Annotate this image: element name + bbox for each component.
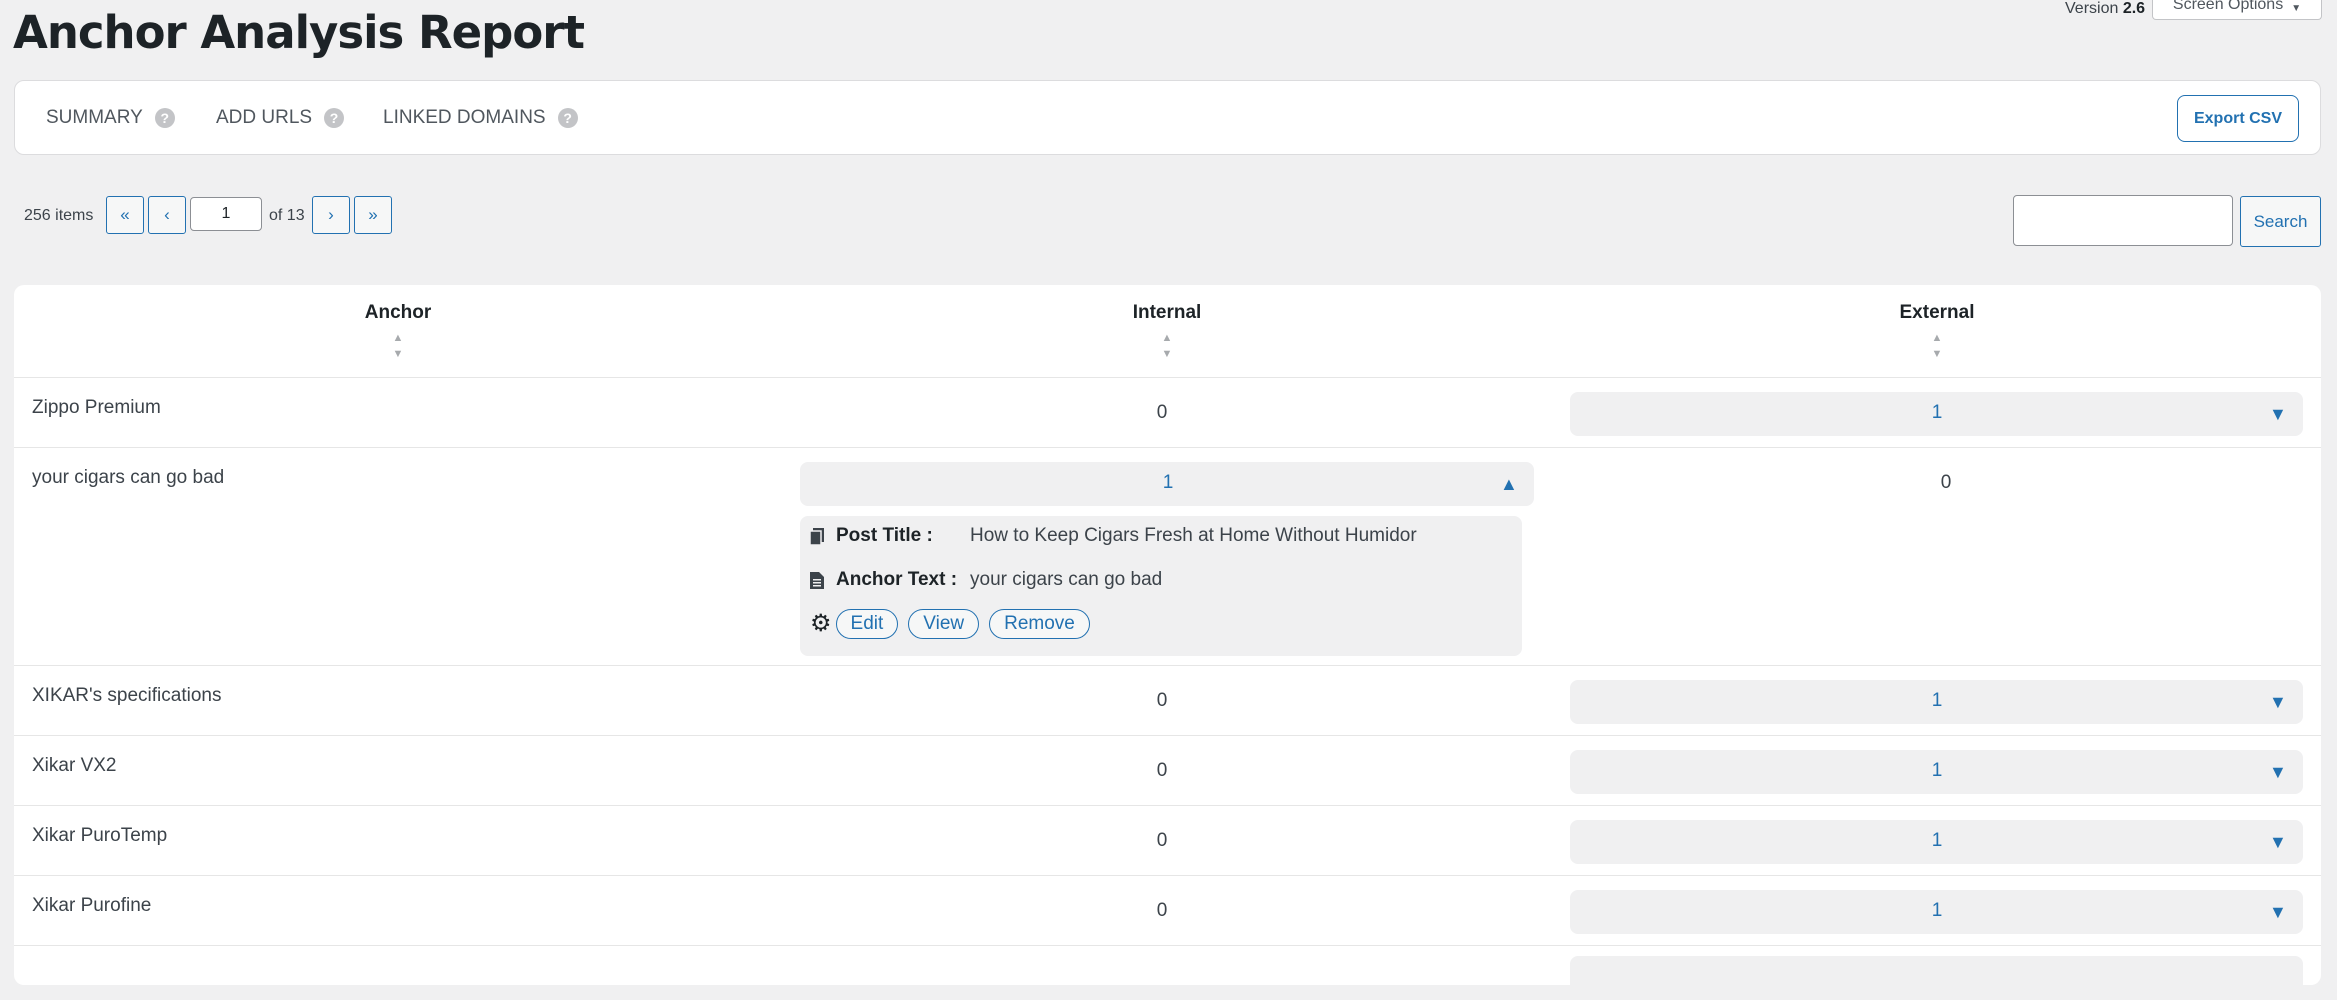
external-count-dropdown[interactable]: 1 ▼ bbox=[1570, 680, 2303, 724]
table-row: your cigars can go bad 1 ▲ 0 Post Title … bbox=[14, 447, 2321, 666]
search-button[interactable]: Search bbox=[2240, 196, 2321, 247]
anchor-cell: Xikar VX2 bbox=[32, 755, 117, 776]
column-header-internal[interactable]: Internal ▲ ▼ bbox=[1017, 302, 1317, 362]
search-input[interactable] bbox=[2013, 195, 2233, 246]
caret-down-icon: ▼ bbox=[2269, 692, 2287, 712]
column-anchor-label: Anchor bbox=[364, 302, 432, 323]
external-count: 1 bbox=[1931, 760, 1943, 781]
external-count-dropdown[interactable]: 1 ▼ bbox=[1570, 392, 2303, 436]
column-header-anchor[interactable]: Anchor ▲ ▼ bbox=[248, 302, 548, 362]
table-row: Xikar PuroTemp 0 1 ▼ bbox=[14, 805, 2321, 876]
external-count: 0 bbox=[1940, 472, 1952, 493]
gear-icon: ⚙ bbox=[810, 610, 832, 637]
internal-count: 0 bbox=[1156, 690, 1168, 711]
version-number: 2.6 bbox=[2122, 0, 2146, 17]
sort-up-icon: ▲ bbox=[392, 332, 404, 344]
first-page-button[interactable]: « bbox=[106, 196, 144, 234]
external-count-dropdown[interactable]: 1 ▼ bbox=[1570, 820, 2303, 864]
sort-up-icon: ▲ bbox=[1931, 332, 1943, 344]
chevron-down-icon: ▼ bbox=[2291, 3, 2302, 14]
view-link-button[interactable]: View bbox=[908, 609, 980, 639]
table-row bbox=[14, 945, 2321, 1000]
link-actions: ⚙ Edit View Remove bbox=[810, 609, 1100, 639]
tab-add-urls[interactable]: ADD URLS ? bbox=[216, 107, 345, 129]
sort-down-icon: ▼ bbox=[1161, 348, 1173, 360]
internal-count-dropdown[interactable]: 1 ▲ bbox=[800, 462, 1534, 506]
anchor-cell: Zippo Premium bbox=[32, 397, 161, 418]
version-label: Version 2.6 bbox=[2065, 0, 2145, 18]
version-text: Version bbox=[2065, 0, 2119, 17]
post-title-line: Post Title : How to Keep Cigars Fresh at… bbox=[809, 525, 1417, 547]
help-icon[interactable]: ? bbox=[557, 108, 578, 128]
tab-summary-label: SUMMARY bbox=[46, 107, 143, 128]
caret-down-icon: ▼ bbox=[2269, 404, 2287, 424]
internal-count: 0 bbox=[1156, 402, 1168, 423]
internal-count: 0 bbox=[1156, 760, 1168, 781]
sort-down-icon: ▼ bbox=[1931, 348, 1943, 360]
anchor-cell: Xikar PuroTemp bbox=[32, 825, 168, 846]
caret-down-icon: ▼ bbox=[2269, 832, 2287, 852]
tabs-bar: SUMMARY ? ADD URLS ? LINKED DOMAINS ? Ex… bbox=[14, 80, 2321, 155]
anchor-text-value: your cigars can go bad bbox=[970, 569, 1163, 590]
anchor-text-line: Anchor Text : your cigars can go bad bbox=[810, 569, 1162, 591]
export-csv-button[interactable]: Export CSV bbox=[2177, 95, 2299, 142]
tab-add-urls-label: ADD URLS bbox=[216, 107, 313, 128]
column-internal-label: Internal bbox=[1132, 302, 1202, 323]
link-detail-panel: Post Title : How to Keep Cigars Fresh at… bbox=[800, 516, 1522, 656]
external-count-dropdown[interactable] bbox=[1570, 956, 2303, 1000]
table-row: Xikar Purofine 0 1 ▼ bbox=[14, 875, 2321, 946]
external-count-dropdown[interactable]: 1 ▼ bbox=[1570, 750, 2303, 794]
sort-down-icon: ▼ bbox=[392, 348, 404, 360]
edit-link-button[interactable]: Edit bbox=[835, 609, 899, 639]
tab-summary[interactable]: SUMMARY ? bbox=[46, 107, 175, 129]
last-page-button[interactable]: » bbox=[354, 196, 392, 234]
screen-options-label: Screen Options bbox=[2172, 0, 2284, 13]
external-count: 1 bbox=[1931, 402, 1943, 423]
caret-up-icon: ▲ bbox=[1500, 474, 1518, 494]
page-total: of 13 bbox=[269, 207, 305, 224]
page-title: Anchor Analysis Report bbox=[13, 6, 585, 59]
document-icon bbox=[810, 571, 824, 589]
anchor-text-label: Anchor Text : bbox=[836, 569, 958, 590]
sort-up-icon: ▲ bbox=[1161, 332, 1173, 344]
copy-icon bbox=[809, 527, 824, 546]
anchor-cell: XIKAR's specifications bbox=[32, 685, 222, 706]
screen-options-button[interactable]: Screen Options ▼ bbox=[2152, 0, 2322, 20]
tab-linked-domains[interactable]: LINKED DOMAINS ? bbox=[383, 107, 578, 129]
external-count: 1 bbox=[1931, 690, 1943, 711]
sort-icon[interactable]: ▲ ▼ bbox=[1787, 330, 2087, 362]
column-external-label: External bbox=[1899, 302, 1975, 323]
anchor-cell: your cigars can go bad bbox=[32, 467, 225, 488]
table-row: XIKAR's specifications 0 1 ▼ bbox=[14, 665, 2321, 736]
post-title-value: How to Keep Cigars Fresh at Home Without… bbox=[970, 525, 1417, 546]
current-page-input[interactable] bbox=[190, 197, 262, 231]
post-title-label: Post Title : bbox=[836, 525, 933, 546]
table-row: Zippo Premium 0 1 ▼ bbox=[14, 377, 2321, 448]
caret-down-icon: ▼ bbox=[2269, 762, 2287, 782]
table-row: Xikar VX2 0 1 ▼ bbox=[14, 735, 2321, 806]
external-count: 1 bbox=[1931, 900, 1943, 921]
next-page-button[interactable]: › bbox=[312, 196, 350, 234]
help-icon[interactable]: ? bbox=[324, 108, 345, 128]
internal-count: 0 bbox=[1156, 900, 1168, 921]
prev-page-button[interactable]: ‹ bbox=[148, 196, 186, 234]
sort-icon[interactable]: ▲ ▼ bbox=[1017, 330, 1317, 362]
tab-linked-domains-label: LINKED DOMAINS bbox=[383, 107, 546, 128]
anchor-table: Anchor ▲ ▼ Internal ▲ ▼ External ▲ ▼ Zip… bbox=[14, 285, 2321, 1000]
sort-icon[interactable]: ▲ ▼ bbox=[248, 330, 548, 362]
items-count: 256 items bbox=[24, 207, 94, 224]
external-count: 1 bbox=[1931, 830, 1943, 851]
external-count-dropdown[interactable]: 1 ▼ bbox=[1570, 890, 2303, 934]
internal-count: 0 bbox=[1156, 830, 1168, 851]
anchor-cell: Xikar Purofine bbox=[32, 895, 152, 916]
internal-count: 1 bbox=[1162, 472, 1174, 493]
caret-down-icon: ▼ bbox=[2269, 902, 2287, 922]
column-header-external[interactable]: External ▲ ▼ bbox=[1787, 302, 2087, 362]
remove-link-button[interactable]: Remove bbox=[989, 609, 1090, 639]
help-icon[interactable]: ? bbox=[154, 108, 175, 128]
